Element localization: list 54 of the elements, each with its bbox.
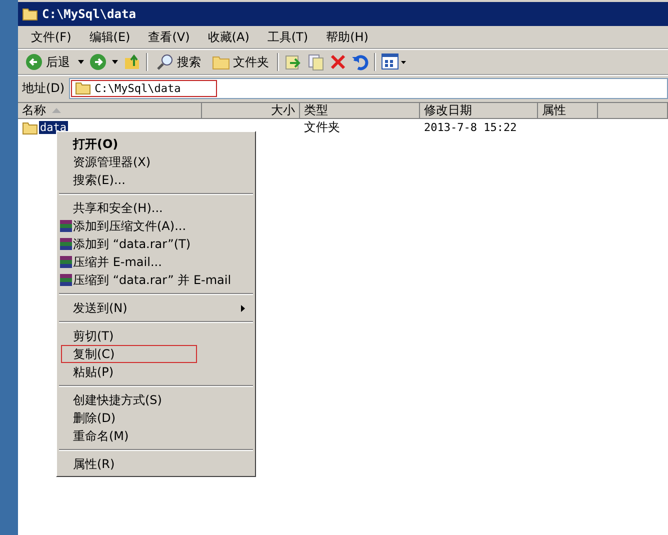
menu-item[interactable]: 剪切(T) bbox=[59, 327, 253, 345]
table-cell: 文件夹 bbox=[304, 119, 340, 136]
column-header[interactable]: 类型 bbox=[300, 103, 420, 119]
menu-item[interactable]: 编辑(E) bbox=[80, 28, 140, 46]
menu-item[interactable]: 创建快捷方式(S) bbox=[59, 391, 253, 409]
up-folder-icon[interactable] bbox=[123, 53, 141, 71]
folder-icon bbox=[22, 7, 38, 21]
sort-up-icon bbox=[52, 108, 61, 113]
books-icon bbox=[59, 255, 73, 269]
menu-item[interactable]: 收藏(A) bbox=[198, 28, 258, 46]
menu-item[interactable]: 粘贴(P) bbox=[59, 363, 253, 381]
delete-icon[interactable] bbox=[330, 54, 346, 70]
folder-icon bbox=[74, 81, 91, 95]
menu-item[interactable]: 帮助(H) bbox=[317, 28, 378, 46]
menu-item[interactable]: 压缩到 “data.rar” 并 E-mail bbox=[59, 271, 253, 289]
folder-icon bbox=[212, 54, 230, 70]
menu-item[interactable]: 打开(O) bbox=[59, 135, 253, 153]
menu-item[interactable]: 资源管理器(X) bbox=[59, 153, 253, 171]
menu-item[interactable]: 发送到(N) bbox=[59, 299, 253, 317]
window-title: C:\MySql\data bbox=[42, 7, 136, 21]
menu-item[interactable]: 搜索(E)... bbox=[59, 171, 253, 189]
menu-item[interactable]: 删除(D) bbox=[59, 409, 253, 427]
undo-icon[interactable] bbox=[351, 53, 369, 71]
address-field[interactable]: C:\MySql\data bbox=[68, 78, 668, 98]
column-header[interactable]: 修改日期 bbox=[420, 103, 538, 119]
column-header[interactable]: 属性 bbox=[538, 103, 598, 119]
search-icon bbox=[156, 53, 174, 71]
menu-item[interactable]: 添加到压缩文件(A)... bbox=[59, 217, 253, 235]
submenu-arrow-icon bbox=[241, 304, 245, 312]
menu-item[interactable]: 文件(F) bbox=[22, 28, 80, 46]
table-cell: 2013-7-8 15:22 bbox=[424, 121, 517, 134]
back-button[interactable]: 后退 bbox=[22, 53, 73, 71]
menu-item[interactable]: 添加到 “data.rar”(T) bbox=[59, 235, 253, 253]
address-label: 地址(D) bbox=[22, 80, 65, 96]
menu-item[interactable]: 重命名(M) bbox=[59, 427, 253, 445]
menu-item[interactable]: 共享和安全(H)... bbox=[59, 199, 253, 217]
menu-item[interactable]: 压缩并 E-mail... bbox=[59, 253, 253, 271]
views-icon[interactable] bbox=[381, 53, 407, 71]
copy-to-icon[interactable] bbox=[307, 53, 325, 71]
menu-item[interactable]: 查看(V) bbox=[139, 28, 199, 46]
folders-button[interactable]: 文件夹 bbox=[209, 54, 272, 70]
dropdown-arrow-icon[interactable] bbox=[78, 60, 84, 64]
dropdown-arrow-icon[interactable] bbox=[112, 60, 118, 64]
file-name[interactable]: data bbox=[39, 121, 68, 134]
menu-item[interactable]: 属性(R) bbox=[59, 455, 253, 473]
menu-item[interactable]: 复制(C) bbox=[61, 345, 197, 363]
search-button[interactable]: 搜索 bbox=[153, 53, 204, 71]
move-to-icon[interactable] bbox=[284, 53, 302, 71]
books-icon bbox=[59, 219, 73, 233]
books-icon bbox=[59, 237, 73, 251]
column-header[interactable]: 大小 bbox=[202, 103, 300, 119]
column-header[interactable]: 名称 bbox=[18, 103, 202, 119]
books-icon bbox=[59, 273, 73, 287]
menu-item[interactable]: 工具(T) bbox=[258, 28, 318, 46]
